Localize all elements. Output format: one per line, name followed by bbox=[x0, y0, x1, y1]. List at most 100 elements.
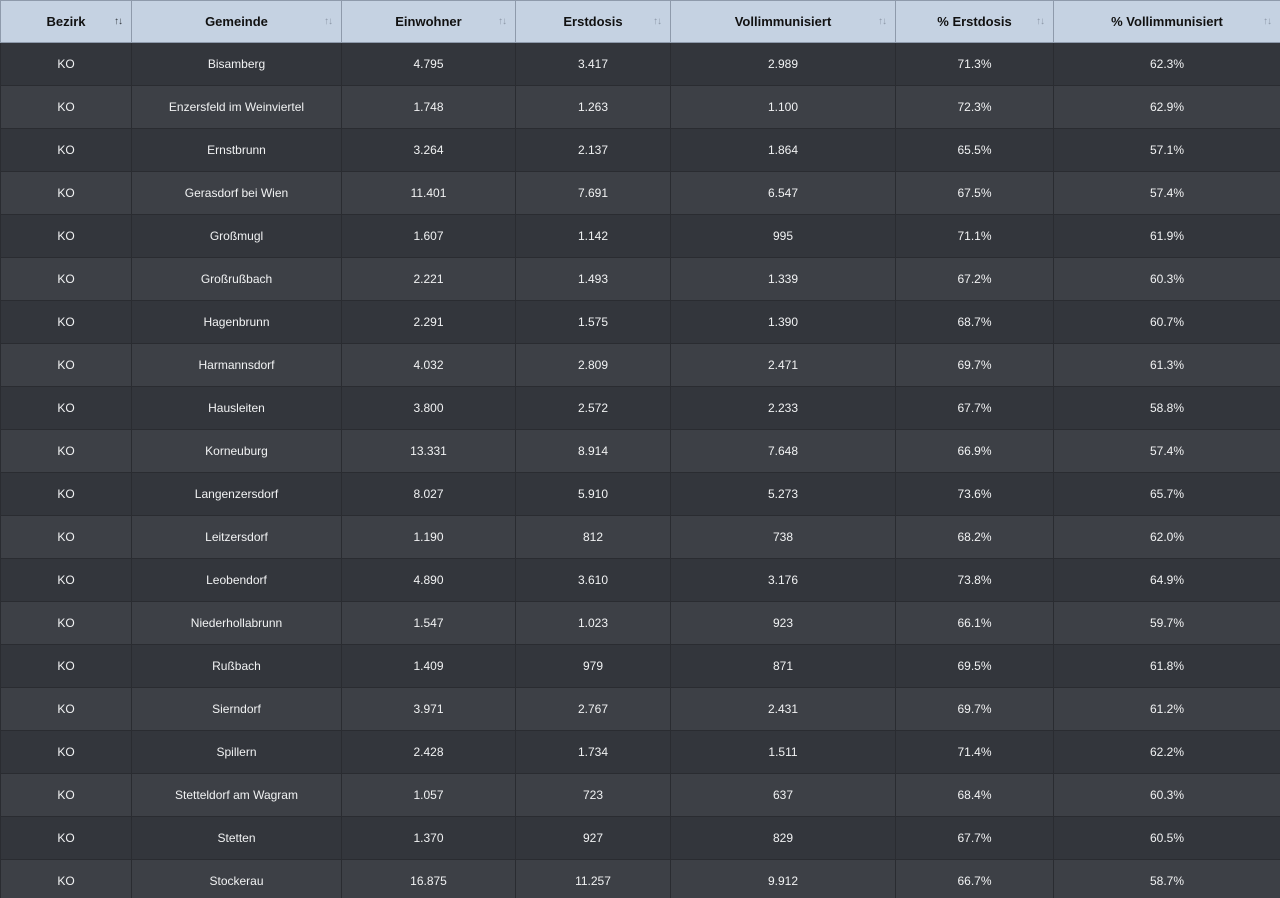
cell-vollimmunisiert: 1.390 bbox=[670, 300, 896, 344]
cell-pct-vollimmunisiert: 62.3% bbox=[1053, 42, 1280, 86]
cell-gemeinde: Stockerau bbox=[131, 859, 342, 898]
cell-bezirk: KO bbox=[0, 257, 132, 301]
sort-icon[interactable]: ↑↓ bbox=[324, 16, 333, 27]
cell-einwohner: 2.291 bbox=[341, 300, 516, 344]
cell-vollimmunisiert: 2.471 bbox=[670, 343, 896, 387]
cell-pct-erstdosis: 66.7% bbox=[895, 859, 1054, 898]
cell-einwohner: 1.607 bbox=[341, 214, 516, 258]
cell-bezirk: KO bbox=[0, 42, 132, 86]
cell-bezirk: KO bbox=[0, 128, 132, 172]
table-row: KO Ernstbrunn 3.264 2.137 1.864 65.5% 57.1% bbox=[0, 128, 1280, 172]
cell-pct-vollimmunisiert: 58.7% bbox=[1053, 859, 1280, 898]
cell-erstdosis: 2.572 bbox=[515, 386, 671, 430]
cell-pct-erstdosis: 68.7% bbox=[895, 300, 1054, 344]
cell-einwohner: 4.795 bbox=[341, 42, 516, 86]
column-header-bezirk[interactable]: Bezirk ↑↓ bbox=[0, 0, 132, 43]
cell-erstdosis: 1.493 bbox=[515, 257, 671, 301]
cell-bezirk: KO bbox=[0, 214, 132, 258]
cell-einwohner: 1.748 bbox=[341, 85, 516, 129]
cell-pct-vollimmunisiert: 61.3% bbox=[1053, 343, 1280, 387]
cell-pct-erstdosis: 69.5% bbox=[895, 644, 1054, 688]
sort-icon[interactable]: ↑↓ bbox=[1036, 16, 1045, 27]
sort-ascending-icon[interactable]: ↑↓ bbox=[114, 16, 123, 27]
column-header-pct-vollimmunisiert[interactable]: % Vollimmunisiert ↑↓ bbox=[1053, 0, 1280, 43]
cell-bezirk: KO bbox=[0, 601, 132, 645]
table-row: KO Leitzersdorf 1.190 812 738 68.2% 62.0% bbox=[0, 515, 1280, 559]
cell-pct-erstdosis: 72.3% bbox=[895, 85, 1054, 129]
cell-pct-vollimmunisiert: 60.7% bbox=[1053, 300, 1280, 344]
cell-gemeinde: Niederhollabrunn bbox=[131, 601, 342, 645]
cell-vollimmunisiert: 1.100 bbox=[670, 85, 896, 129]
vaccination-table: Bezirk ↑↓ Gemeinde ↑↓ Einwohner ↑↓ Erstdosis ↑↓… bbox=[0, 0, 1280, 898]
cell-pct-erstdosis: 67.7% bbox=[895, 816, 1054, 860]
table-row: KO Enzersfeld im Weinviertel 1.748 1.263 1.1… bbox=[0, 85, 1280, 129]
table-row: KO Gerasdorf bei Wien 11.401 7.691 6.547 67.5… bbox=[0, 171, 1280, 215]
cell-vollimmunisiert: 9.912 bbox=[670, 859, 896, 898]
cell-erstdosis: 1.023 bbox=[515, 601, 671, 645]
cell-einwohner: 3.971 bbox=[341, 687, 516, 731]
column-header-vollimmunisiert[interactable]: Vollimmunisiert ↑↓ bbox=[670, 0, 896, 43]
cell-pct-vollimmunisiert: 57.4% bbox=[1053, 171, 1280, 215]
cell-gemeinde: Langenzersdorf bbox=[131, 472, 342, 516]
column-header-pct-erstdosis[interactable]: % Erstdosis ↑↓ bbox=[895, 0, 1054, 43]
cell-pct-erstdosis: 71.3% bbox=[895, 42, 1054, 86]
cell-einwohner: 3.800 bbox=[341, 386, 516, 430]
cell-erstdosis: 723 bbox=[515, 773, 671, 817]
cell-vollimmunisiert: 871 bbox=[670, 644, 896, 688]
cell-pct-vollimmunisiert: 60.3% bbox=[1053, 257, 1280, 301]
cell-bezirk: KO bbox=[0, 773, 132, 817]
cell-pct-vollimmunisiert: 61.9% bbox=[1053, 214, 1280, 258]
table-row: KO Korneuburg 13.331 8.914 7.648 66.9% 57.4% bbox=[0, 429, 1280, 473]
cell-vollimmunisiert: 2.989 bbox=[670, 42, 896, 86]
table-row: KO Harmannsdorf 4.032 2.809 2.471 69.7% 61.3% bbox=[0, 343, 1280, 387]
cell-gemeinde: Enzersfeld im Weinviertel bbox=[131, 85, 342, 129]
sort-icon[interactable]: ↑↓ bbox=[878, 16, 887, 27]
table-row: KO Stetten 1.370 927 829 67.7% 60.5% bbox=[0, 816, 1280, 860]
table-row: KO Großrußbach 2.221 1.493 1.339 67.2% 60.3% bbox=[0, 257, 1280, 301]
cell-gemeinde: Großmugl bbox=[131, 214, 342, 258]
cell-vollimmunisiert: 1.864 bbox=[670, 128, 896, 172]
cell-einwohner: 1.190 bbox=[341, 515, 516, 559]
cell-pct-vollimmunisiert: 57.4% bbox=[1053, 429, 1280, 473]
cell-erstdosis: 3.417 bbox=[515, 42, 671, 86]
cell-erstdosis: 812 bbox=[515, 515, 671, 559]
cell-bezirk: KO bbox=[0, 300, 132, 344]
table-row: KO Stockerau 16.875 11.257 9.912 66.7% 58.7% bbox=[0, 859, 1280, 898]
cell-pct-erstdosis: 68.4% bbox=[895, 773, 1054, 817]
cell-pct-erstdosis: 71.1% bbox=[895, 214, 1054, 258]
cell-einwohner: 11.401 bbox=[341, 171, 516, 215]
cell-pct-vollimmunisiert: 65.7% bbox=[1053, 472, 1280, 516]
cell-einwohner: 1.370 bbox=[341, 816, 516, 860]
table-container: Bezirk ↑↓ Gemeinde ↑↓ Einwohner ↑↓ Erstdosis ↑↓… bbox=[0, 0, 1280, 898]
column-header-einwohner[interactable]: Einwohner ↑↓ bbox=[341, 0, 516, 43]
cell-vollimmunisiert: 637 bbox=[670, 773, 896, 817]
sort-icon[interactable]: ↑↓ bbox=[1263, 16, 1272, 27]
column-header-erstdosis[interactable]: Erstdosis ↑↓ bbox=[515, 0, 671, 43]
cell-bezirk: KO bbox=[0, 644, 132, 688]
cell-bezirk: KO bbox=[0, 816, 132, 860]
cell-vollimmunisiert: 7.648 bbox=[670, 429, 896, 473]
cell-erstdosis: 1.263 bbox=[515, 85, 671, 129]
cell-bezirk: KO bbox=[0, 386, 132, 430]
cell-erstdosis: 7.691 bbox=[515, 171, 671, 215]
sort-icon[interactable]: ↑↓ bbox=[498, 16, 507, 27]
cell-pct-vollimmunisiert: 64.9% bbox=[1053, 558, 1280, 602]
cell-pct-erstdosis: 71.4% bbox=[895, 730, 1054, 774]
cell-pct-vollimmunisiert: 58.8% bbox=[1053, 386, 1280, 430]
sort-icon[interactable]: ↑↓ bbox=[653, 16, 662, 27]
table-row: KO Sierndorf 3.971 2.767 2.431 69.7% 61.2% bbox=[0, 687, 1280, 731]
cell-einwohner: 2.221 bbox=[341, 257, 516, 301]
table-row: KO Großmugl 1.607 1.142 995 71.1% 61.9% bbox=[0, 214, 1280, 258]
cell-pct-vollimmunisiert: 61.8% bbox=[1053, 644, 1280, 688]
cell-pct-erstdosis: 69.7% bbox=[895, 343, 1054, 387]
cell-pct-vollimmunisiert: 59.7% bbox=[1053, 601, 1280, 645]
table-row: KO Hausleiten 3.800 2.572 2.233 67.7% 58.8% bbox=[0, 386, 1280, 430]
cell-pct-vollimmunisiert: 62.9% bbox=[1053, 85, 1280, 129]
cell-bezirk: KO bbox=[0, 730, 132, 774]
cell-pct-erstdosis: 67.5% bbox=[895, 171, 1054, 215]
column-header-label: % Vollimmunisiert bbox=[1111, 14, 1223, 29]
cell-einwohner: 2.428 bbox=[341, 730, 516, 774]
cell-erstdosis: 2.767 bbox=[515, 687, 671, 731]
column-header-label: Vollimmunisiert bbox=[734, 14, 832, 29]
column-header-gemeinde[interactable]: Gemeinde ↑↓ bbox=[131, 0, 342, 43]
